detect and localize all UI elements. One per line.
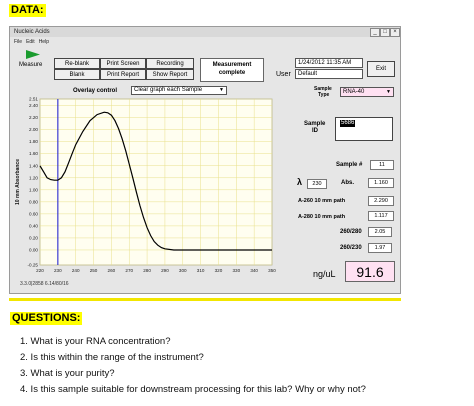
plot-area bbox=[39, 98, 273, 266]
sample-id-value: 5686 bbox=[340, 120, 356, 127]
question-1: 1. What is your RNA concentration? bbox=[20, 336, 171, 347]
y-tick-label: 2.00 bbox=[29, 127, 38, 132]
x-tick-label: 230 bbox=[54, 268, 62, 273]
minimize-icon[interactable]: _ bbox=[370, 28, 380, 37]
user-label: User bbox=[276, 71, 291, 78]
sample-id-label-2: ID bbox=[312, 128, 318, 134]
a280-value: 1.117 bbox=[368, 211, 394, 221]
reblank-button[interactable]: Re-blank bbox=[54, 58, 100, 69]
x-tick-label: 300 bbox=[179, 268, 187, 273]
play-arrow-icon bbox=[26, 50, 40, 59]
data-heading: DATA: bbox=[9, 4, 46, 17]
y-axis-label: 10 mm Absorbance bbox=[15, 159, 21, 205]
exit-button[interactable]: Exit bbox=[367, 61, 395, 77]
x-tick-label: 240 bbox=[72, 268, 80, 273]
abs-value: 1.160 bbox=[368, 178, 394, 188]
version-footer: 3.3.0|2858 6.14/80/16 bbox=[20, 281, 69, 287]
ratio-260-280-value: 2.05 bbox=[368, 227, 392, 237]
print-screen-button[interactable]: Print Screen bbox=[100, 58, 146, 69]
concentration-value: 91.6 bbox=[345, 261, 395, 282]
ratio-260-230-value: 1.97 bbox=[368, 243, 392, 253]
question-2: 2. Is this within the range of the instr… bbox=[20, 352, 204, 363]
print-report-button[interactable]: Print Report bbox=[100, 69, 146, 80]
datetime-field: 1/24/2012 11:35 AM bbox=[295, 58, 363, 68]
x-tick-label: 270 bbox=[125, 268, 133, 273]
lambda-value[interactable]: 230 bbox=[307, 179, 327, 189]
status-box: Measurement complete bbox=[200, 58, 264, 82]
sample-id-label-1: Sample bbox=[304, 121, 326, 127]
sample-id-field[interactable]: 5686 bbox=[335, 117, 393, 141]
question-3: 3. What is your purity? bbox=[20, 368, 115, 379]
y-tick-label: 0.80 bbox=[29, 199, 38, 204]
x-tick-label: 290 bbox=[161, 268, 169, 273]
recording-button[interactable]: Recording bbox=[146, 58, 194, 69]
sample-number-value: 11 bbox=[370, 160, 394, 170]
window-title: Nucleic Acids bbox=[14, 29, 50, 35]
y-tick-label: 2.40 bbox=[29, 103, 38, 108]
questions-heading: QUESTIONS: bbox=[10, 312, 83, 325]
menu-file[interactable]: File bbox=[14, 39, 22, 45]
measure-button[interactable]: Measure bbox=[17, 49, 49, 71]
y-tick-label: 2.51 bbox=[29, 97, 38, 102]
x-tick-label: 310 bbox=[197, 268, 205, 273]
x-tick-label: 260 bbox=[108, 268, 116, 273]
ratio-260-230-label: 260/230 bbox=[340, 245, 362, 251]
y-tick-label: 1.40 bbox=[29, 163, 38, 168]
absorbance-chart: -0.25 0.00 0.20 0.40 0.60 0.80 1.00 1.20 1.40 1.6… bbox=[15, 97, 276, 274]
sample-number-label: Sample # bbox=[336, 162, 363, 168]
close-icon[interactable]: × bbox=[390, 28, 400, 37]
y-tick-label: 0.60 bbox=[29, 211, 38, 216]
y-tick-label: 2.20 bbox=[29, 115, 38, 120]
divider-line bbox=[9, 298, 401, 301]
x-tick-label: 220 bbox=[36, 268, 44, 273]
x-tick-label: 280 bbox=[143, 268, 151, 273]
y-tick-label: 0.40 bbox=[29, 223, 38, 228]
chevron-down-icon: ▼ bbox=[386, 89, 391, 95]
blank-button[interactable]: Blank bbox=[54, 69, 100, 80]
y-tick-label: 1.60 bbox=[29, 151, 38, 156]
a260-label: A-260 10 mm path bbox=[298, 198, 346, 204]
concentration-unit: ng/uL bbox=[313, 269, 336, 279]
sample-type-label-2: Type bbox=[318, 92, 330, 98]
a260-value: 2.290 bbox=[368, 196, 394, 206]
y-tick-label: 1.80 bbox=[29, 139, 38, 144]
y-tick-label: 1.20 bbox=[29, 175, 38, 180]
y-tick-label: 0.00 bbox=[29, 247, 38, 252]
y-tick-label: -0.25 bbox=[28, 263, 39, 268]
measure-label: Measure bbox=[19, 62, 43, 68]
user-field[interactable]: Default bbox=[295, 69, 363, 79]
lambda-symbol: λ bbox=[297, 177, 303, 187]
x-tick-label: 320 bbox=[215, 268, 223, 273]
ratio-260-280-label: 260/280 bbox=[340, 229, 362, 235]
x-tick-label: 250 bbox=[90, 268, 98, 273]
menu-edit[interactable]: Edit bbox=[26, 39, 35, 45]
x-tick-label: 340 bbox=[250, 268, 258, 273]
abs-label: Abs. bbox=[341, 180, 355, 186]
status-line-1: Measurement bbox=[212, 62, 252, 68]
show-report-button[interactable]: Show Report bbox=[146, 69, 194, 80]
sample-type-select[interactable]: RNA-40 ▼ bbox=[340, 87, 394, 97]
x-tick-label: 330 bbox=[232, 268, 240, 273]
maximize-icon[interactable]: □ bbox=[380, 28, 390, 37]
question-4: 4. Is this sample suitable for downstrea… bbox=[20, 384, 366, 395]
status-line-2: complete bbox=[218, 70, 246, 76]
sample-type-value: RNA-40 bbox=[343, 89, 365, 95]
y-tick-label: 0.20 bbox=[29, 235, 38, 240]
x-tick-label: 350 bbox=[268, 268, 276, 273]
title-bar: Nucleic Acids _ □ × bbox=[10, 27, 400, 37]
menu-bar: File Edit Help bbox=[10, 38, 49, 47]
menu-help[interactable]: Help bbox=[39, 39, 49, 45]
a280-label: A-280 10 mm path bbox=[298, 214, 346, 220]
nucleic-acids-window: Nucleic Acids _ □ × File Edit Help Measure… bbox=[9, 26, 401, 294]
y-tick-label: 1.00 bbox=[29, 187, 38, 192]
